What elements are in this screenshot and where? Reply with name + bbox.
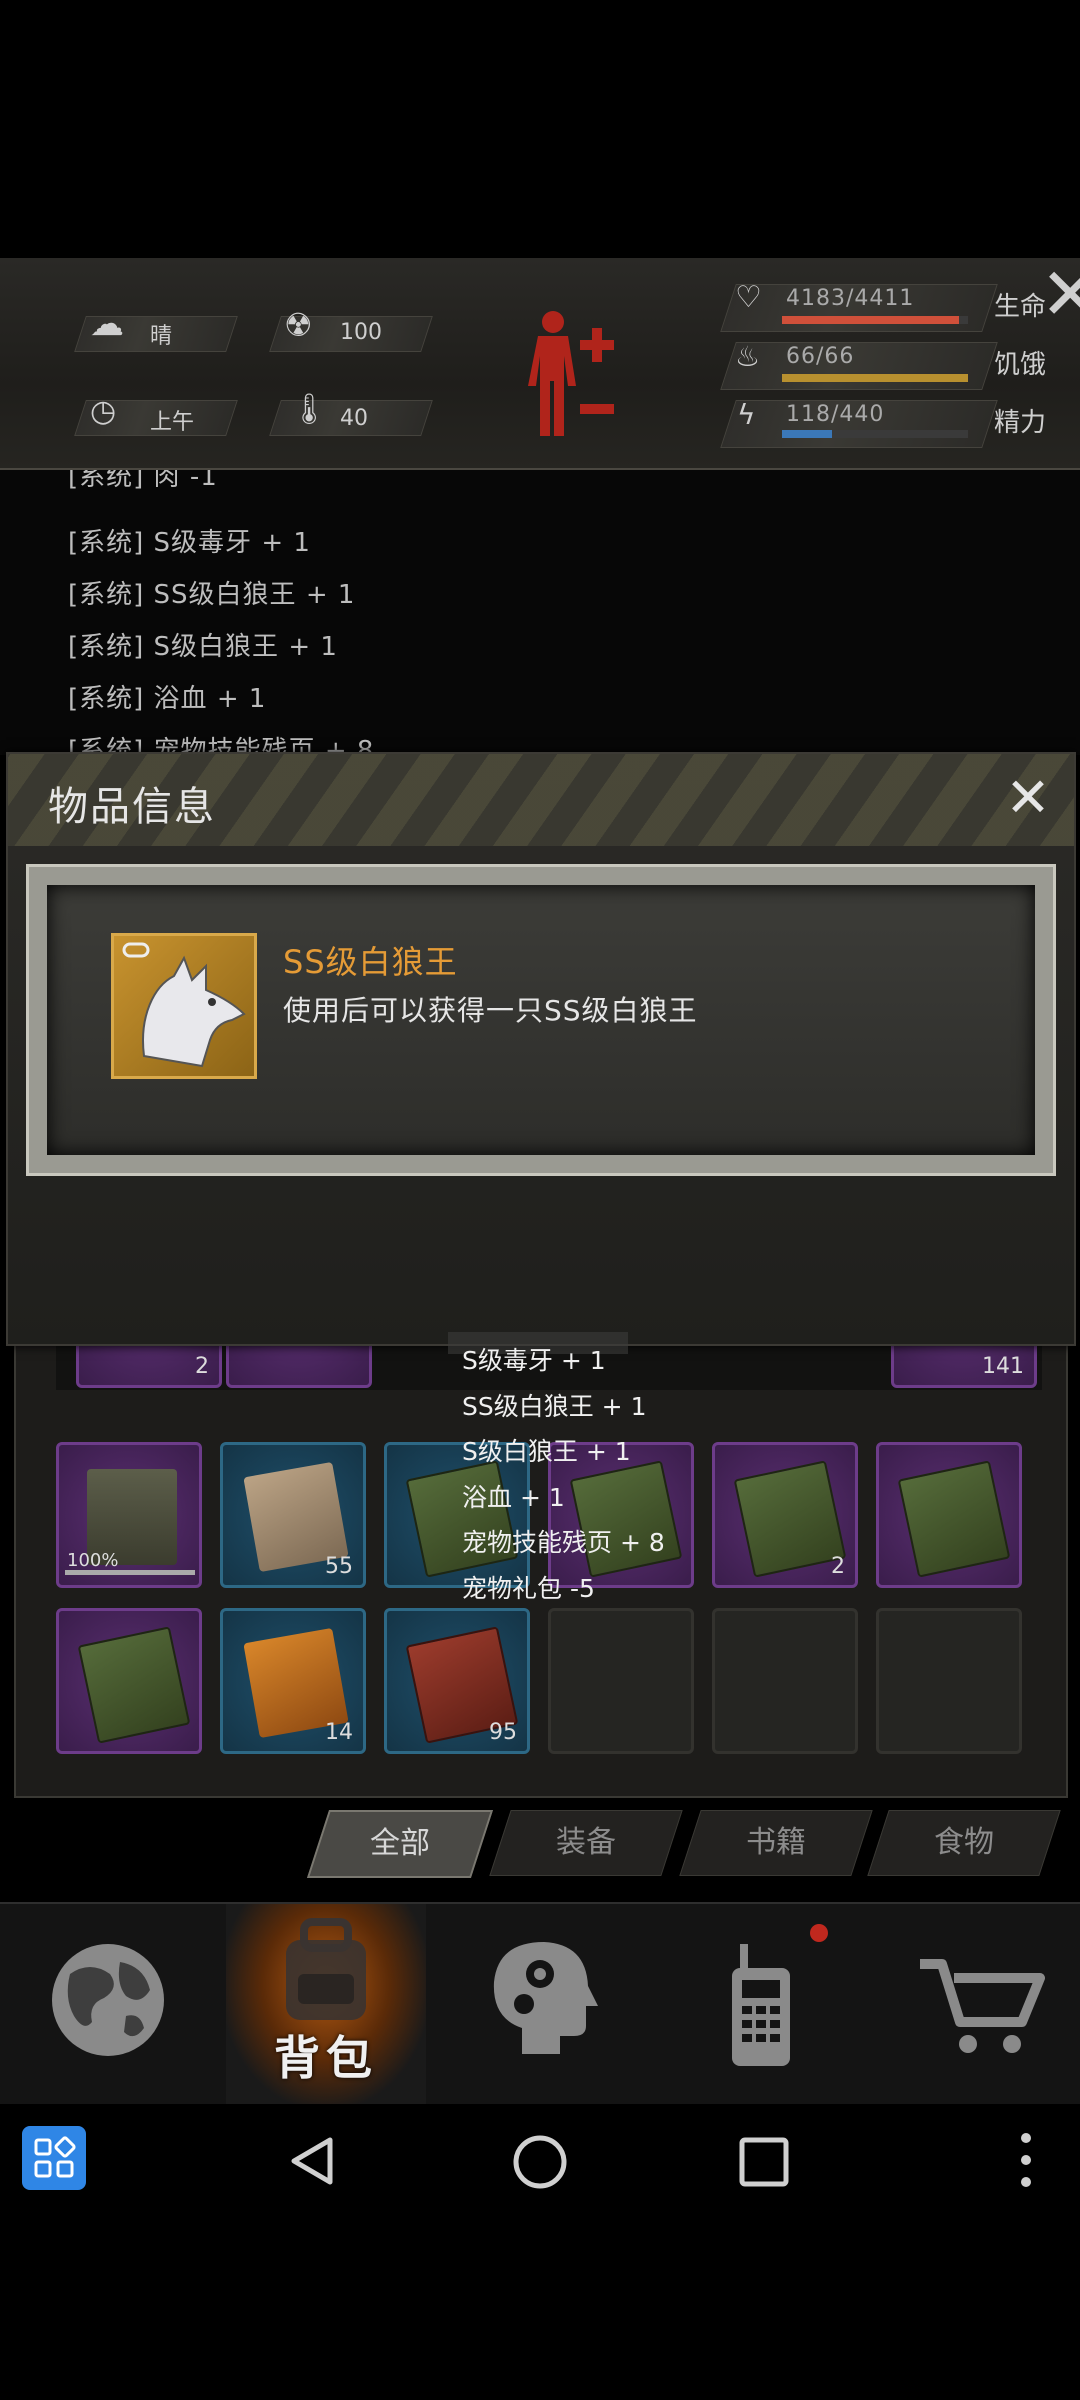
item-count: 2 <box>831 1554 845 1579</box>
inventory-slot[interactable]: 14 <box>220 1608 366 1754</box>
pet-skill-book-icon <box>897 1460 1011 1578</box>
inventory-slot[interactable]: 95 <box>384 1608 530 1754</box>
body-status-icon[interactable] <box>520 308 630 448</box>
health-bar-fill <box>782 316 959 324</box>
nav-shop[interactable] <box>880 1904 1080 2104</box>
log-line: [系统] 肉 -1 <box>68 470 218 492</box>
item-card-body: SS级白狼王 使用后可以获得一只SS级白狼王 <box>47 885 1035 1155</box>
energy-bar-fill <box>782 430 833 438</box>
item-name: SS级白狼王 <box>283 943 458 981</box>
clock-icon: ◷ <box>90 394 117 429</box>
pet-skill-book-icon <box>77 1626 191 1744</box>
head-gears-icon <box>493 1942 598 2054</box>
log-line: [系统] S级白狼王 + 1 <box>68 632 338 662</box>
toast-line: 宠物技能残页 + 8 <box>462 1528 665 1557</box>
white-wolf-king-icon <box>111 933 257 1079</box>
more-options-icon[interactable] <box>1016 2130 1036 2190</box>
dialog-title: 物品信息 <box>48 784 216 830</box>
toast-line: SS级白狼王 + 1 <box>462 1391 647 1421</box>
radiation-value: 100 <box>340 320 382 345</box>
item-count: 14 <box>325 1720 353 1745</box>
status-hud: ☁ 晴 ☢ 100 ◷ 上午 🌡 40 ♡ 4183/4411 生命 ♨ 66/… <box>0 258 1080 471</box>
weather-value: 晴 <box>150 324 173 349</box>
energy-value: 118/440 <box>786 402 885 427</box>
item-info-dialog: 物品信息 ✕ SS级白狼王 使用后可以获得一只SS级白狼王 <box>6 752 1076 1346</box>
nav-backpack[interactable]: 背包 <box>226 1904 426 2104</box>
empty-inventory-slot[interactable] <box>876 1608 1022 1754</box>
nav-radio[interactable] <box>660 1904 860 2104</box>
heart-icon: ♡ <box>735 280 762 315</box>
health-label: 生命 <box>994 292 1047 322</box>
lightning-icon: ϟ <box>737 398 756 431</box>
hunger-bar-fill <box>782 374 968 382</box>
cloud-sun-icon: ☁ <box>90 304 124 344</box>
log-line: [系统] 浴血 + 1 <box>68 684 267 714</box>
recents-icon[interactable] <box>738 2136 790 2188</box>
time-value: 上午 <box>150 410 195 435</box>
tab-equipment[interactable]: 装备 <box>489 1810 683 1876</box>
tab-all[interactable]: 全部 <box>306 1810 494 1878</box>
reward-toast: S级毒牙 + 1 SS级白狼王 + 1 S级白狼王 + 1 浴血 + 1 宠物技… <box>462 1338 665 1611</box>
notification-dot <box>810 1924 828 1942</box>
walkie-talkie-icon <box>732 1944 790 2066</box>
back-icon[interactable] <box>286 2134 340 2188</box>
inventory-slot[interactable]: 2 <box>712 1442 858 1588</box>
android-navigation-bar <box>0 2104 1080 2214</box>
temperature-value: 40 <box>340 406 368 431</box>
energy-label: 精力 <box>994 408 1047 438</box>
nav-backpack-label: 背包 <box>274 2031 378 2085</box>
health-bar <box>782 316 968 324</box>
item-card: SS级白狼王 使用后可以获得一只SS级白狼王 <box>26 864 1056 1176</box>
home-icon[interactable] <box>512 2134 568 2190</box>
inventory-slot[interactable]: 55 <box>220 1442 366 1588</box>
hunger-value: 66/66 <box>786 344 855 369</box>
item-count: 141 <box>982 1354 1024 1379</box>
empty-inventory-slot[interactable] <box>548 1608 694 1754</box>
shopping-cart-icon <box>920 1959 1045 2053</box>
nav-skills[interactable] <box>440 1904 640 2104</box>
toast-line: S级毒牙 + 1 <box>462 1346 606 1375</box>
item-count: 95 <box>489 1720 517 1745</box>
toast-line: S级白狼王 + 1 <box>462 1437 631 1466</box>
inventory-slot[interactable]: 100% <box>56 1442 202 1588</box>
pet-skill-book-icon <box>733 1460 847 1578</box>
health-value: 4183/4411 <box>786 286 915 311</box>
close-icon[interactable]: ✕ <box>1002 771 1054 825</box>
hud-close-icon[interactable]: ✕ <box>1040 258 1080 330</box>
hunger-pill <box>720 342 998 390</box>
item-description: 使用后可以获得一只SS级白狼王 <box>283 994 698 1027</box>
toast-line: 宠物礼包 -5 <box>462 1573 595 1603</box>
inventory-slot[interactable] <box>876 1442 1022 1588</box>
log-line: [系统] S级毒牙 + 1 <box>68 528 311 558</box>
system-log: [系统] 肉 -1 [系统] S级毒牙 + 1 [系统] SS级白狼王 + 1 … <box>0 470 1080 755</box>
radiation-icon: ☢ <box>284 306 313 344</box>
thermometer-icon: 🌡 <box>290 392 329 427</box>
tab-food[interactable]: 食物 <box>867 1810 1061 1876</box>
food-icon: ♨ <box>735 340 761 373</box>
app-grid-icon[interactable] <box>22 2126 86 2190</box>
item-count: 55 <box>325 1554 353 1579</box>
item-count: 2 <box>195 1354 209 1379</box>
log-line: [系统] SS级白狼王 + 1 <box>68 580 356 610</box>
toast-line: 浴血 + 1 <box>462 1482 565 1512</box>
nav-world-map[interactable] <box>8 1904 208 2104</box>
globe-icon <box>52 1944 164 2056</box>
inventory-slot[interactable] <box>56 1608 202 1754</box>
tab-books[interactable]: 书籍 <box>679 1810 873 1876</box>
bottom-navigation: 背包 <box>0 1902 1080 2104</box>
hunger-label: 饥饿 <box>994 350 1047 380</box>
empty-inventory-slot[interactable] <box>712 1608 858 1754</box>
hunger-bar <box>782 374 968 382</box>
energy-bar <box>782 430 968 438</box>
durability-label: 100% <box>67 1550 119 1571</box>
